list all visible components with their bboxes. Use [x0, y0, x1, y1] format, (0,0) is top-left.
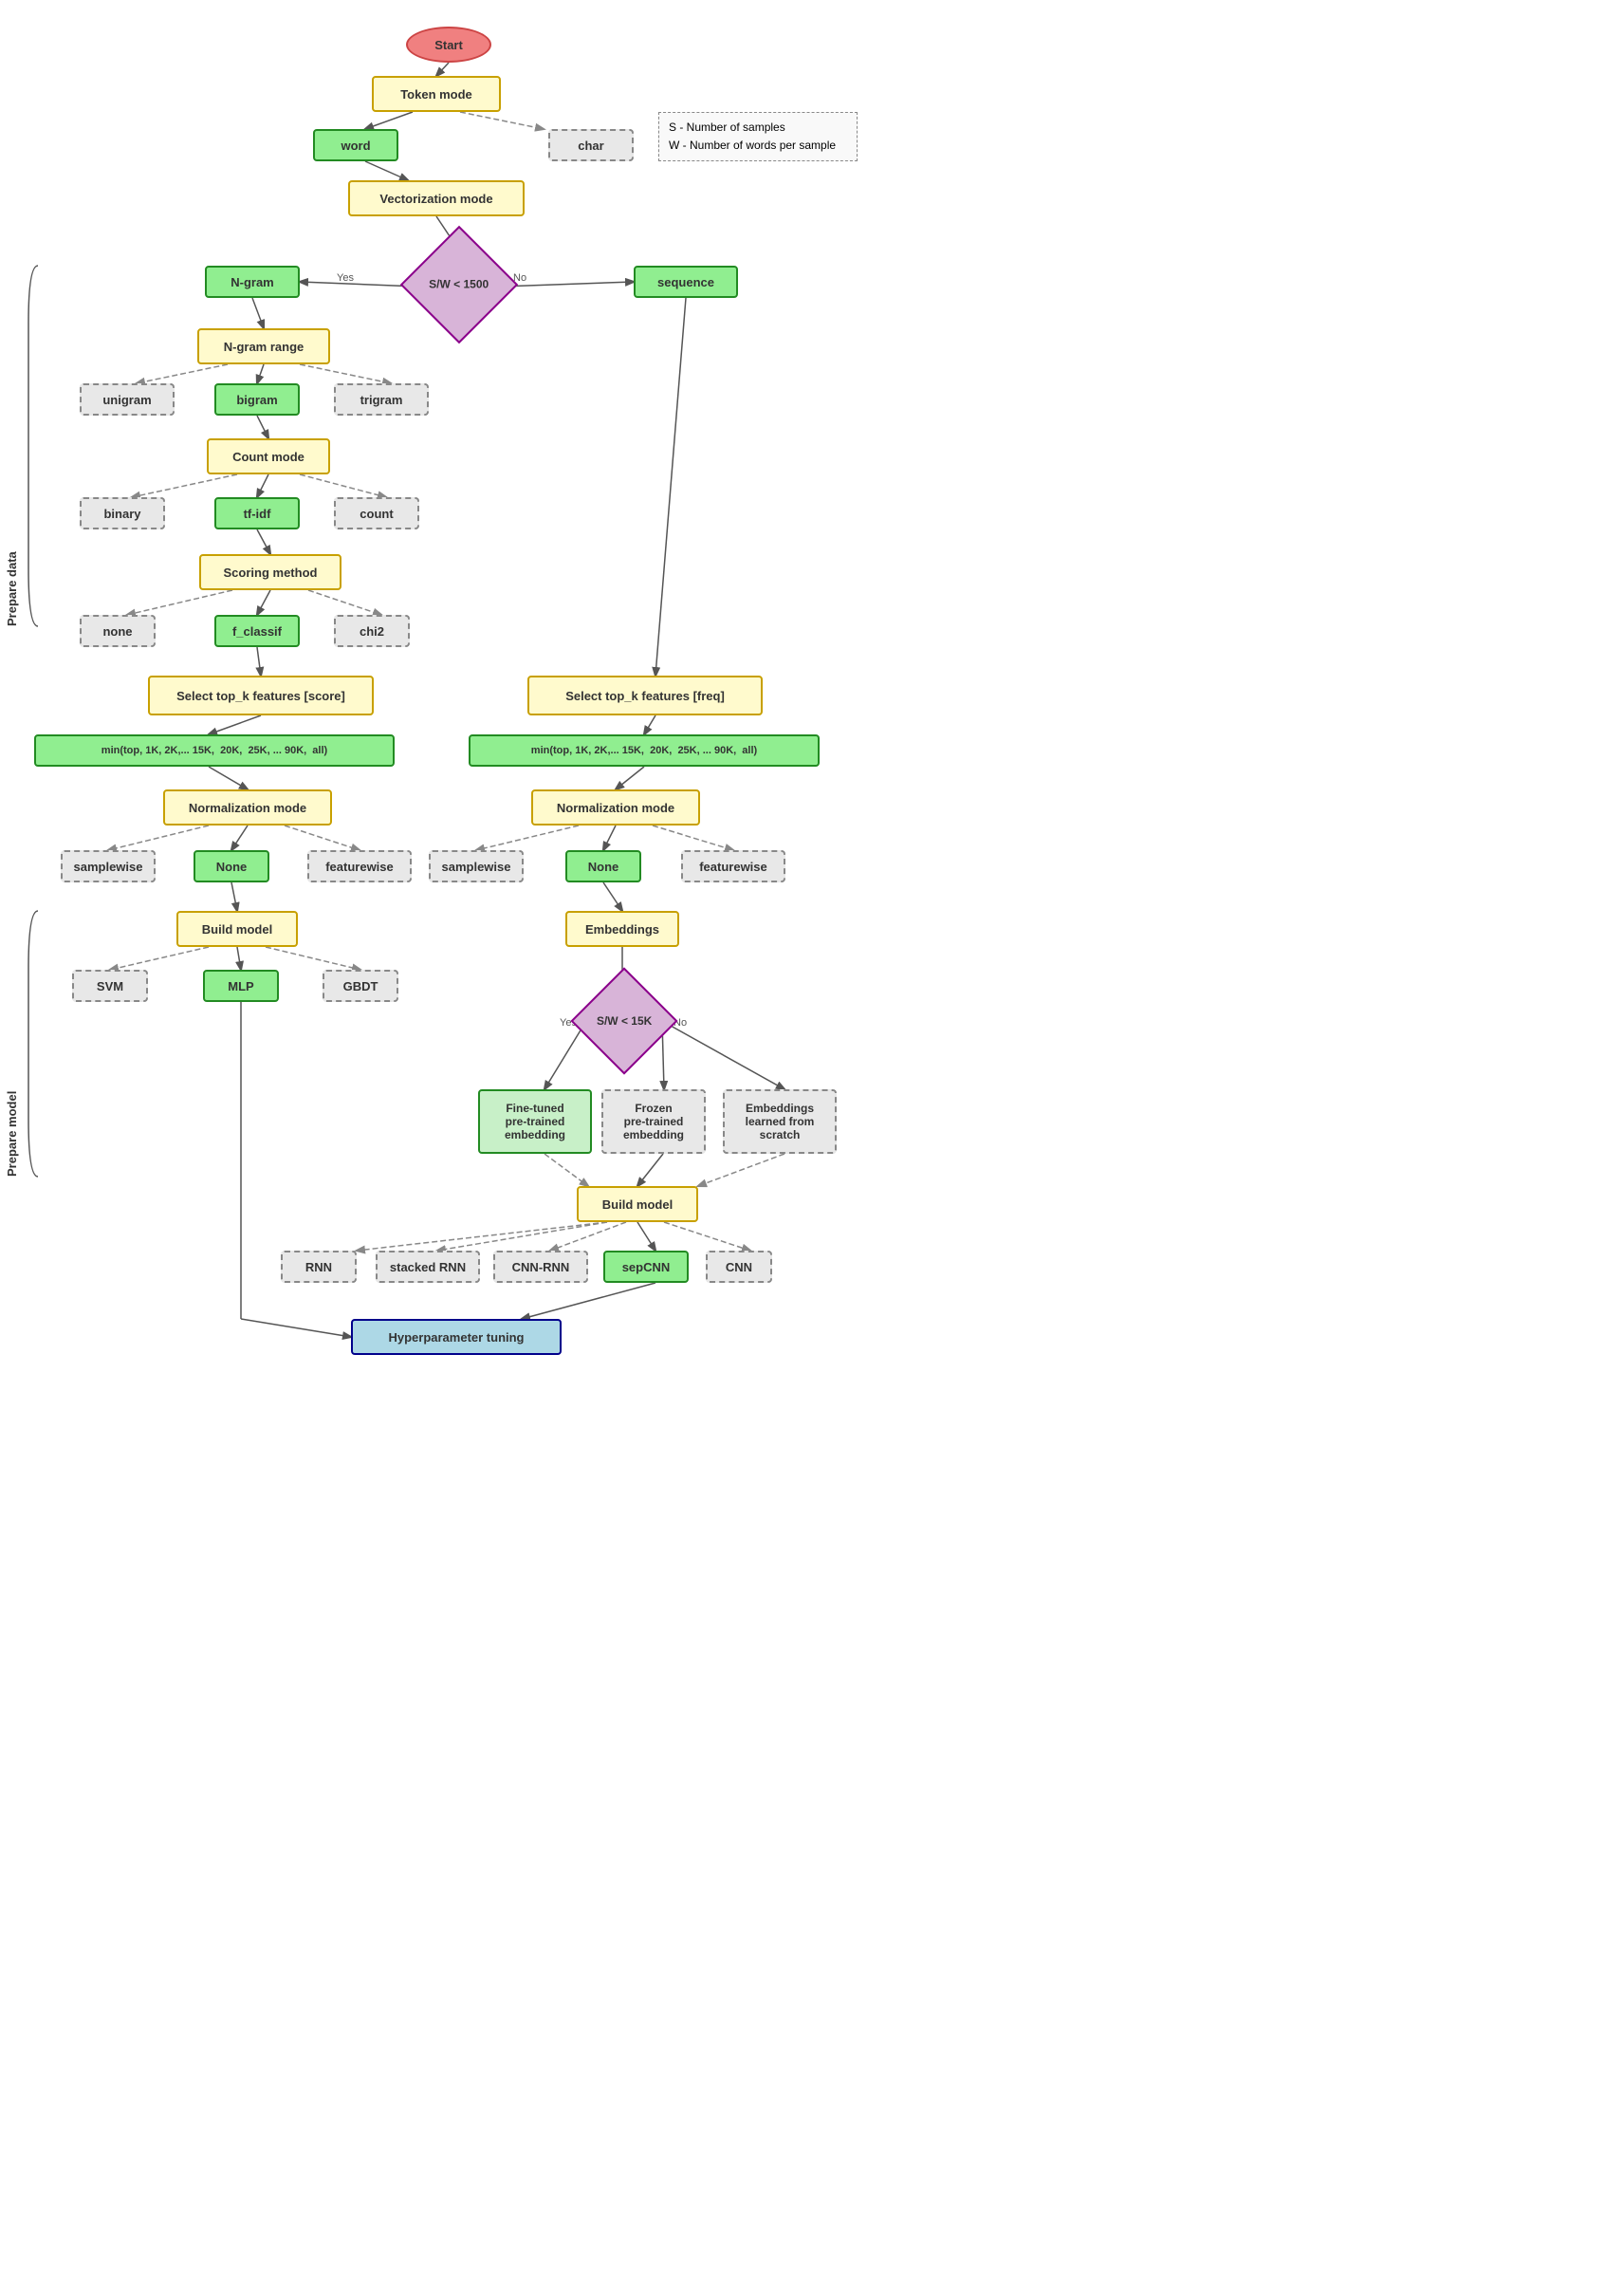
word-node: word	[313, 129, 398, 161]
vectorization-mode-node: Vectorization mode	[348, 180, 525, 216]
legend-line-1: S - Number of samples	[669, 119, 847, 137]
stacked-rnn-node: stacked RNN	[376, 1251, 480, 1283]
featurewise-left-node: featurewise	[307, 850, 412, 882]
cnn-rnn-node: CNN-RNN	[493, 1251, 588, 1283]
count-node: count	[334, 497, 419, 529]
features-right-node: min(top, 1K, 2K,... 15K, 20K, 25K, ... 9…	[469, 734, 820, 767]
sw-1500-diamond: S/W < 1500	[400, 226, 518, 343]
hyperparameter-node: Hyperparameter tuning	[351, 1319, 562, 1355]
cnn-node: CNN	[706, 1251, 772, 1283]
build-model-left-node: Build model	[176, 911, 298, 947]
ngram-node: N-gram	[205, 266, 300, 298]
prepare-model-label: Prepare model	[6, 911, 18, 1177]
svm-node: SVM	[72, 970, 148, 1002]
featurewise-right-node: featurewise	[681, 850, 785, 882]
embeddings-node: Embeddings	[565, 911, 679, 947]
features-left-node: min(top, 1K, 2K,... 15K, 20K, 25K, ... 9…	[34, 734, 395, 767]
scoring-method-node: Scoring method	[199, 554, 341, 590]
samplewise-right-node: samplewise	[429, 850, 524, 882]
gbdt-node: GBDT	[323, 970, 398, 1002]
samplewise-left-node: samplewise	[61, 850, 156, 882]
none-node: none	[80, 615, 156, 647]
count-mode-node: Count mode	[207, 438, 330, 474]
prepare-data-label: Prepare data	[6, 266, 18, 626]
unigram-node: unigram	[80, 383, 175, 416]
token-mode-node: Token mode	[372, 76, 501, 112]
select-freq-node: Select top_k features [freq]	[527, 676, 763, 715]
norm-mode-left-node: Normalization mode	[163, 789, 332, 826]
norm-mode-right-node: Normalization mode	[531, 789, 700, 826]
none-norm-right-node: None	[565, 850, 641, 882]
rnn-node: RNN	[281, 1251, 357, 1283]
scratch-node: Embeddings learned from scratch	[723, 1089, 837, 1154]
sepcnn-node: sepCNN	[603, 1251, 689, 1283]
legend-box: S - Number of samples W - Number of word…	[658, 112, 858, 161]
select-score-node: Select top_k features [score]	[148, 676, 374, 715]
trigram-node: trigram	[334, 383, 429, 416]
sequence-node: sequence	[634, 266, 738, 298]
chi2-node: chi2	[334, 615, 410, 647]
build-model-right-node: Build model	[577, 1186, 698, 1222]
none-norm-left-node: None	[194, 850, 269, 882]
legend-line-2: W - Number of words per sample	[669, 137, 847, 155]
frozen-node: Frozen pre-trained embedding	[601, 1089, 706, 1154]
flowchart-diagram: S - Number of samples W - Number of word…	[0, 0, 865, 2282]
sw-15k-diamond: S/W < 15K	[570, 967, 677, 1074]
start-node: Start	[406, 27, 491, 63]
char-node: char	[548, 129, 634, 161]
mlp-node: MLP	[203, 970, 279, 1002]
ngram-range-node: N-gram range	[197, 328, 330, 364]
fine-tuned-node: Fine-tuned pre-trained embedding	[478, 1089, 592, 1154]
yes-label-1: Yes	[337, 272, 354, 284]
f-classif-node: f_classif	[214, 615, 300, 647]
tfidf-node: tf-idf	[214, 497, 300, 529]
bigram-node: bigram	[214, 383, 300, 416]
binary-node: binary	[80, 497, 165, 529]
